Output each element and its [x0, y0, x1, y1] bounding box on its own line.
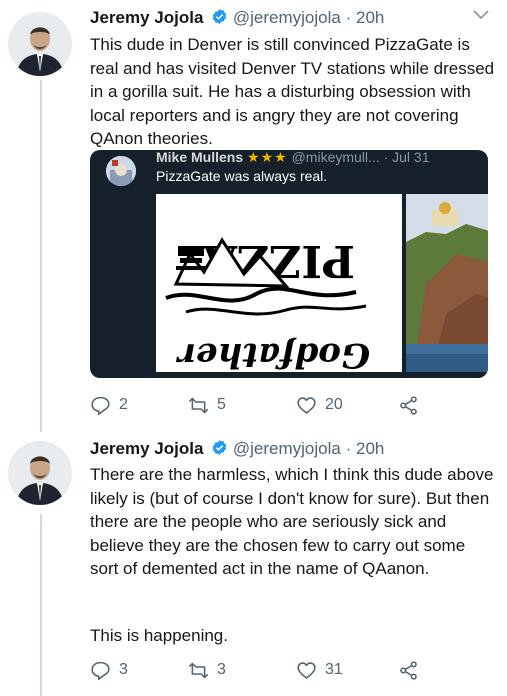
share-icon — [400, 660, 417, 680]
tweet-2[interactable]: Jeremy Jojola @jeremyjojola · 20h There … — [0, 425, 507, 696]
retweet-button[interactable]: 5 — [188, 393, 226, 417]
tweet-header: Jeremy Jojola @jeremyjojola · 20h — [90, 439, 384, 459]
avatar[interactable] — [8, 12, 72, 76]
tweet-text: This dude in Denver is still convinced P… — [90, 35, 495, 148]
quoted-name-emoji: ★★★ — [247, 150, 288, 165]
tweet-1[interactable]: Jeremy Jojola @jeremyjojola · 20h This d… — [0, 0, 507, 425]
quoted-image-island[interactable] — [406, 194, 488, 372]
quoted-image-logo[interactable]: PIZZA Godfather — [156, 194, 402, 372]
reply-count: 3 — [119, 661, 128, 678]
user-handle[interactable]: @jeremyjojola — [233, 439, 341, 458]
retweet-icon — [188, 662, 209, 678]
reply-button[interactable]: 2 — [90, 393, 128, 417]
avatar[interactable] — [8, 441, 72, 505]
quoted-separator-dot: · — [383, 150, 389, 165]
quoted-avatar-photo — [106, 156, 136, 186]
verified-badge-icon — [212, 9, 227, 24]
reply-button[interactable]: 3 — [90, 658, 128, 682]
share-button[interactable] — [398, 393, 427, 417]
user-handle[interactable]: @jeremyjojola — [233, 8, 341, 27]
quoted-text: PizzaGate was always real. — [156, 168, 328, 184]
quoted-header: Mike Mullens ★★★ @mikeymull... · Jul 31 — [156, 150, 430, 166]
display-name[interactable]: Jeremy Jojola — [90, 439, 203, 458]
timestamp[interactable]: 20h — [356, 439, 384, 458]
tweet-actions: 3 3 31 — [90, 658, 490, 682]
avatar-photo — [8, 12, 72, 76]
retweet-count: 3 — [217, 661, 226, 678]
quoted-date[interactable]: Jul 31 — [392, 150, 429, 165]
quoted-display-name[interactable]: Mike Mullens — [156, 150, 243, 165]
like-button[interactable]: 31 — [296, 658, 343, 682]
retweet-button[interactable]: 3 — [188, 658, 226, 682]
share-button[interactable] — [398, 658, 427, 682]
tweet-text-2: This is happening. — [90, 626, 228, 645]
reply-icon — [91, 661, 110, 680]
reply-count: 2 — [119, 396, 128, 413]
reply-icon — [91, 396, 110, 415]
like-button[interactable]: 20 — [296, 393, 343, 417]
like-count: 20 — [325, 396, 343, 413]
tweet-text: There are the harmless, which I think th… — [90, 465, 494, 578]
quoted-avatar[interactable] — [106, 156, 136, 186]
like-count: 31 — [325, 661, 343, 678]
share-icon — [400, 395, 417, 415]
display-name[interactable]: Jeremy Jojola — [90, 8, 203, 27]
tweet-header: Jeremy Jojola @jeremyjojola · 20h — [90, 8, 384, 28]
separator-dot: · — [345, 439, 352, 458]
retweet-count: 5 — [217, 396, 226, 413]
like-icon — [297, 661, 316, 679]
retweet-icon — [188, 397, 209, 413]
verified-badge-icon — [212, 440, 227, 455]
pizza-godfather-logo-image: PIZZA Godfather — [156, 194, 402, 372]
like-icon — [297, 396, 316, 414]
avatar-photo — [8, 441, 72, 505]
quoted-handle[interactable]: @mikeymull... — [292, 150, 380, 165]
logo-bottom-text: Godfather — [176, 335, 370, 372]
chevron-down-icon[interactable] — [473, 10, 489, 20]
separator-dot: · — [345, 8, 352, 27]
quoted-tweet[interactable]: Mike Mullens ★★★ @mikeymull... · Jul 31 … — [90, 150, 488, 378]
island-photo — [406, 194, 488, 372]
tweet-actions: 2 5 20 — [90, 393, 490, 417]
timestamp[interactable]: 20h — [356, 8, 384, 27]
